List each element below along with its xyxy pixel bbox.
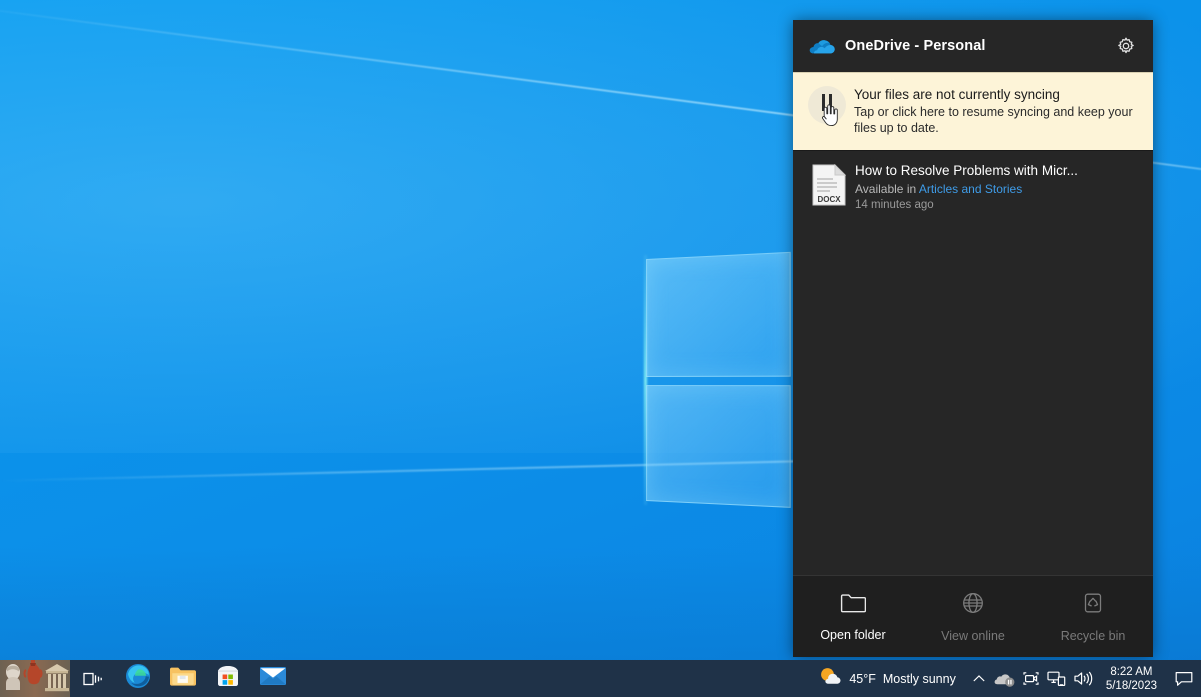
- network-tray-icon[interactable]: [1044, 660, 1070, 697]
- chevron-up-icon: [972, 673, 986, 685]
- folder-icon: [169, 664, 196, 693]
- speaker-icon: [1073, 670, 1093, 687]
- mail-button[interactable]: [250, 660, 295, 697]
- taskbar: 45°F Mostly sunny: [0, 660, 1201, 697]
- file-explorer-button[interactable]: [160, 660, 205, 697]
- sun-cloud-icon: [818, 665, 842, 692]
- store-icon: [216, 664, 240, 693]
- hand-cursor-icon: [817, 103, 839, 132]
- onedrive-header: OneDrive - Personal: [793, 20, 1153, 72]
- gear-icon[interactable]: [1109, 29, 1143, 63]
- banner-title: Your files are not currently syncing: [854, 86, 1139, 103]
- open-folder-button[interactable]: Open folder: [793, 576, 913, 657]
- view-online-label: View online: [941, 629, 1005, 643]
- weather-temperature: 45°F: [849, 672, 876, 686]
- vase-thumbnail-icon: [22, 660, 44, 697]
- onedrive-tray-icon[interactable]: [992, 660, 1018, 697]
- microsoft-edge-button[interactable]: [115, 660, 160, 697]
- file-location: Available in Articles and Stories: [855, 181, 1139, 197]
- globe-icon: [960, 591, 986, 620]
- clock[interactable]: 8:22 AM 5/18/2023: [1096, 660, 1167, 697]
- file-location-prefix: Available in: [855, 182, 916, 196]
- system-tray: 45°F Mostly sunny: [812, 660, 1201, 697]
- clock-date: 5/18/2023: [1106, 679, 1157, 693]
- view-online-button[interactable]: View online: [913, 576, 1033, 657]
- file-timestamp: 14 minutes ago: [855, 198, 1139, 213]
- microsoft-store-button[interactable]: [205, 660, 250, 697]
- recycle-bin-label: Recycle bin: [1061, 629, 1126, 643]
- mail-icon: [259, 665, 287, 692]
- camera-icon: [1022, 670, 1040, 687]
- desktop[interactable]: OneDrive - Personal Your files are: [0, 0, 1201, 697]
- list-item[interactable]: DOCX How to Resolve Problems with Micr..…: [793, 151, 1153, 225]
- file-location-link[interactable]: Articles and Stories: [919, 182, 1022, 196]
- clock-time: 8:22 AM: [1110, 665, 1152, 679]
- temple-thumbnail-icon: [44, 662, 70, 697]
- banner-subtitle: Tap or click here to resume syncing and …: [854, 105, 1139, 136]
- recent-files-list: DOCX How to Resolve Problems with Micr..…: [793, 151, 1153, 575]
- camera-tray-icon[interactable]: [1018, 660, 1044, 697]
- recycle-bin-button[interactable]: Recycle bin: [1033, 576, 1153, 657]
- edge-icon: [125, 663, 151, 694]
- search-box[interactable]: [0, 660, 70, 697]
- open-folder-label: Open folder: [820, 628, 885, 642]
- task-view-button[interactable]: [70, 660, 115, 697]
- action-center-icon: [1175, 670, 1193, 687]
- folder-icon: [840, 592, 866, 619]
- recycle-bin-icon: [1081, 591, 1105, 620]
- onedrive-cloud-icon: [809, 36, 835, 56]
- onedrive-footer-actions: Open folder View online: [793, 575, 1153, 657]
- action-center-button[interactable]: [1167, 660, 1201, 697]
- file-name: How to Resolve Problems with Micr...: [855, 162, 1139, 180]
- volume-tray-icon[interactable]: [1070, 660, 1096, 697]
- weather-condition: Mostly sunny: [883, 672, 956, 686]
- sync-paused-banner[interactable]: Your files are not currently syncing Tap…: [793, 72, 1153, 151]
- onedrive-account-title: OneDrive - Personal: [845, 38, 1109, 54]
- onedrive-paused-icon: [994, 670, 1016, 688]
- show-hidden-icons-button[interactable]: [966, 660, 992, 697]
- task-view-icon: [83, 670, 103, 688]
- weather-widget[interactable]: 45°F Mostly sunny: [812, 660, 966, 697]
- svg-text:DOCX: DOCX: [817, 195, 841, 204]
- onedrive-flyout-panel[interactable]: OneDrive - Personal Your files are: [793, 20, 1153, 657]
- docx-file-icon: DOCX: [807, 162, 851, 206]
- network-icon: [1047, 670, 1066, 687]
- pause-sync-icon: [806, 85, 848, 127]
- statue-thumbnail-icon: [2, 661, 24, 696]
